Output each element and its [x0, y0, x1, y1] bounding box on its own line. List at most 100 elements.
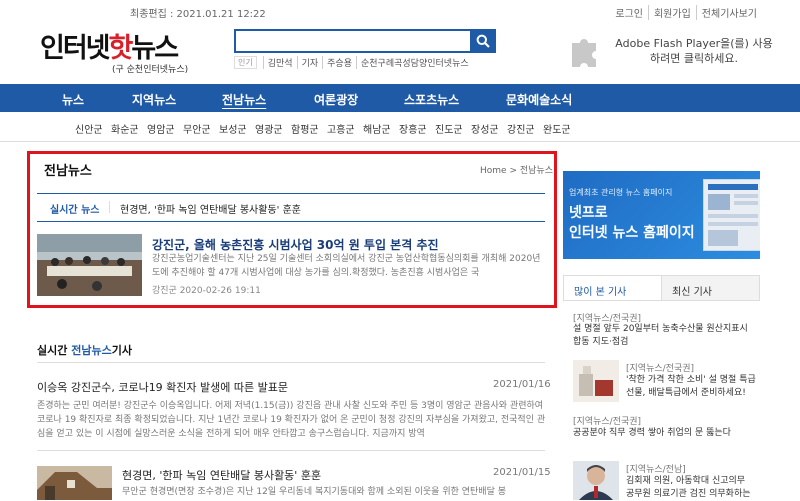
- sidebar-item-title-cont[interactable]: 선물, 배달특급에서 준비하세요!: [626, 387, 746, 400]
- keyword-link[interactable]: 순천구례곡성담양인터넷뉴스: [355, 56, 473, 69]
- region-link[interactable]: 고흥군: [327, 121, 355, 136]
- article-summary: 무안군 현경면(면장 조수경)은 지난 12일 우리동네 복지기동대와 함께 소…: [122, 487, 507, 497]
- list-divider: [37, 362, 545, 363]
- realtime-list-header: 실시간 전남뉴스기사: [37, 342, 132, 358]
- region-link[interactable]: 함평군: [291, 121, 319, 136]
- logo-part-b: 핫: [108, 33, 134, 64]
- sidebar-item-title-cont[interactable]: 공무원 의료기관 검진 의무화하는: [626, 488, 751, 501]
- sidebar-item-title-cont[interactable]: 합동 지도·점검: [573, 336, 628, 349]
- search-input[interactable]: [236, 31, 470, 51]
- ad-headline: 넷프로 인터넷 뉴스 홈페이지: [569, 203, 695, 243]
- header-suffix: 기사: [111, 344, 132, 357]
- region-link[interactable]: 무안군: [183, 121, 211, 136]
- flash-line-1: Adobe Flash Player을(를) 사용: [615, 37, 773, 50]
- region-link[interactable]: 장흥군: [399, 121, 427, 136]
- logo-wordmark: 인터넷핫뉴스: [40, 26, 200, 65]
- featured-thumbnail[interactable]: [37, 234, 142, 296]
- top-links: 로그인 회원가입 전체기사보기: [610, 5, 762, 20]
- breadcrumb-separator: >: [509, 166, 517, 176]
- article-thumbnail[interactable]: [37, 466, 112, 500]
- header-highlight: 전남뉴스: [71, 344, 112, 357]
- breadcrumb: Home > 전남뉴스: [480, 163, 553, 176]
- region-link[interactable]: 완도군: [543, 121, 571, 136]
- ad-tagline: 업계최초 관리형 뉴스 홈페이지: [569, 188, 673, 197]
- sidebar-item-category: [지역뉴스/전국권]: [626, 364, 695, 374]
- region-link[interactable]: 해남군: [363, 121, 391, 136]
- article-title[interactable]: 이승옥 강진군수, 코로나19 확진자 발생에 따른 발표문: [37, 379, 288, 395]
- portrait-image: [573, 461, 619, 500]
- featured-title[interactable]: 강진군, 올해 농촌진흥 시범사업 30억 원 투입 본격 추진: [152, 236, 439, 253]
- nav-news[interactable]: 뉴스: [62, 91, 84, 108]
- sidebar-tabs: 많이 본 기사 최신 기사: [563, 275, 760, 301]
- article-date: 2021/01/15: [493, 467, 551, 478]
- search-button[interactable]: [470, 29, 496, 53]
- site-logo[interactable]: 인터넷핫뉴스 (구 순천인터넷뉴스): [40, 26, 200, 76]
- section-divider-top: [37, 193, 545, 194]
- region-link[interactable]: 신안군: [75, 121, 103, 136]
- logo-part-c: 뉴스: [131, 33, 179, 64]
- sidebar-item-title[interactable]: 김회재 의원, 아동학대 신고의무: [626, 475, 745, 488]
- article-summary: 존경하는 군민 여러분! 강진군수 이승옥입니다. 어제 저녁(1.15(금))…: [37, 401, 546, 439]
- search-icon: [476, 34, 490, 48]
- section-title: 전남뉴스: [44, 164, 92, 179]
- sidebar-item-category: [지역뉴스/전남]: [626, 465, 686, 475]
- breadcrumb-home[interactable]: Home: [480, 166, 507, 176]
- nav-opinion[interactable]: 여론광장: [314, 91, 358, 108]
- realtime-news-ticker[interactable]: 현경면, '한파 녹임 연탄배달 봉사활동' 훈훈: [120, 201, 301, 216]
- meeting-room-image: [37, 234, 142, 296]
- popular-tag: 인기: [234, 56, 257, 69]
- logo-part-a: 인터넷: [40, 33, 111, 64]
- realtime-news-label: 실시간 뉴스: [50, 205, 100, 216]
- tab-most-viewed[interactable]: 많이 본 기사: [564, 276, 661, 300]
- flash-line-2: 하려면 클릭하세요.: [650, 52, 738, 65]
- flash-plugin-placeholder[interactable]: Adobe Flash Player을(를) 사용 하려면 클릭하세요.: [562, 26, 800, 76]
- ad-screenshot-image: [703, 179, 760, 251]
- region-link[interactable]: 진도군: [435, 121, 463, 136]
- article-title[interactable]: 현경면, '한파 녹임 연탄배달 봉사활동' 훈훈: [122, 467, 321, 483]
- login-link[interactable]: 로그인: [610, 5, 648, 20]
- sidebar-item-title[interactable]: 설 명절 앞두 20일부터 농축수산물 원산지표시: [573, 323, 748, 336]
- nav-local-news[interactable]: 지역뉴스: [132, 91, 176, 108]
- sidebar-item-category: [지역뉴스/전국권]: [573, 417, 642, 427]
- breadcrumb-current: 전남뉴스: [519, 166, 553, 176]
- ad-headline-line1: 넷프로: [569, 205, 608, 221]
- featured-meta: 강진군 2020-02-26 19:11: [152, 286, 261, 296]
- all-articles-link[interactable]: 전체기사보기: [695, 5, 762, 20]
- netpro-ad-banner[interactable]: 업계최초 관리형 뉴스 홈페이지 넷프로 인터넷 뉴스 홈페이지: [563, 171, 760, 259]
- sidebar-thumbnail[interactable]: [573, 360, 619, 402]
- website-preview-icon: [708, 184, 758, 246]
- signup-link[interactable]: 회원가입: [647, 5, 696, 20]
- sidebar-item-title[interactable]: '착한 가격 착한 소비' 설 명절 특급: [626, 374, 756, 387]
- region-link[interactable]: 장성군: [471, 121, 499, 136]
- region-link[interactable]: 강진군: [507, 121, 535, 136]
- list-divider: [37, 450, 545, 451]
- nav-jeonnam-news[interactable]: 전남뉴스: [222, 91, 266, 108]
- house-roof-image: [37, 466, 112, 500]
- region-link[interactable]: 영암군: [147, 121, 175, 136]
- logo-subtitle: (구 순천인터넷뉴스): [112, 65, 189, 75]
- flash-message: Adobe Flash Player을(를) 사용 하려면 클릭하세요.: [604, 36, 784, 66]
- sidebar-item-title[interactable]: 공공분야 직무 경력 쌓아 취업의 문 뚫는다: [573, 427, 731, 440]
- top-utility-bar: 최종편집 : 2021.01.21 12:22 로그인 회원가입 전체기사보기: [0, 0, 800, 22]
- last-edited-date: 최종편집 : 2021.01.21 12:22: [130, 9, 266, 20]
- puzzle-piece-icon: [572, 39, 596, 67]
- sidebar-thumbnail[interactable]: [573, 461, 619, 500]
- nav-culture[interactable]: 문화예술소식: [506, 91, 572, 108]
- article-date: 2021/01/16: [493, 379, 551, 390]
- popular-keywords: 인기 김만석 기자 주승용 순천구례곡성담양인터넷뉴스: [234, 56, 473, 69]
- keyword-link[interactable]: 주승용: [322, 56, 356, 69]
- region-link[interactable]: 영광군: [255, 121, 283, 136]
- featured-summary: 강진군농업기술센터는 지난 25일 기술센터 소회의실에서 강진군 농업산학협동…: [152, 254, 541, 278]
- gift-product-image: [573, 360, 619, 402]
- header-prefix: 실시간: [37, 344, 68, 357]
- nav-sports[interactable]: 스포츠뉴스: [404, 91, 459, 108]
- region-subnav: 신안군 화순군 영암군 무안군 보성군 영광군 함평군 고흥군 해남군 장흥군 …: [0, 112, 800, 142]
- keyword-link[interactable]: 김만석: [262, 56, 297, 69]
- search-box: [234, 29, 496, 53]
- main-nav: 뉴스 지역뉴스 전남뉴스 여론광장 스포츠뉴스 문화예술소식: [0, 84, 800, 112]
- section-divider-bottom: [37, 221, 545, 222]
- region-link[interactable]: 화순군: [111, 121, 139, 136]
- tab-latest[interactable]: 최신 기사: [661, 276, 759, 300]
- region-link[interactable]: 보성군: [219, 121, 247, 136]
- keyword-link[interactable]: 기자: [296, 56, 323, 69]
